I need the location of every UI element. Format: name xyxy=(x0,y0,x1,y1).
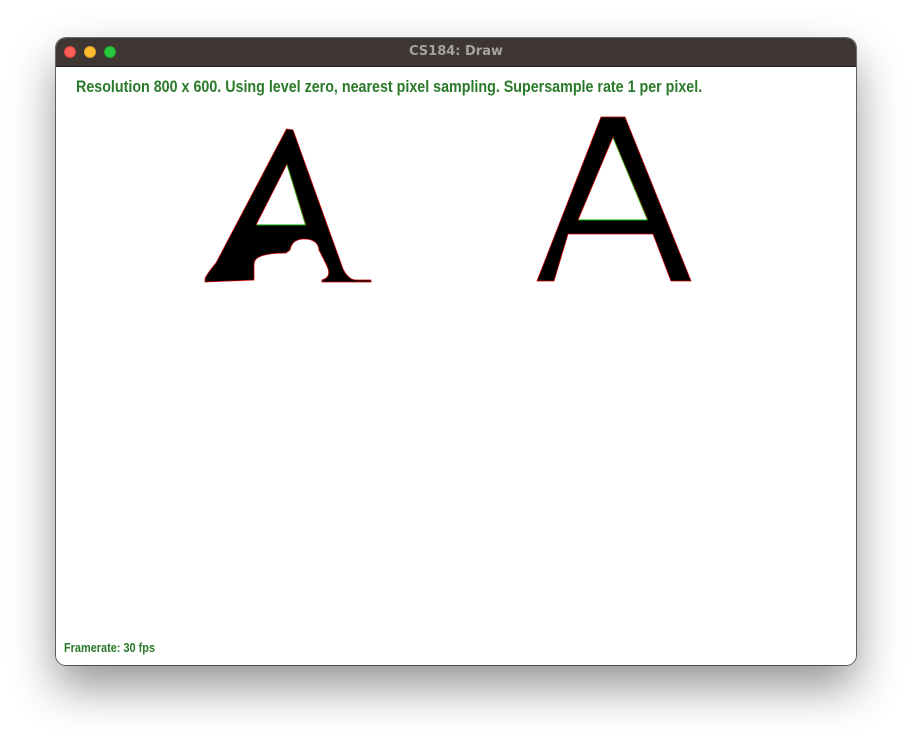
window-title: CS184: Draw xyxy=(409,44,503,59)
app-window: CS184: Draw Resolution 800 x 600. Using … xyxy=(56,38,856,665)
serif-letter-a xyxy=(204,128,372,283)
drawing-canvas[interactable]: Resolution 800 x 600. Using level zero, … xyxy=(56,67,856,665)
title-bar[interactable]: CS184: Draw xyxy=(56,38,856,67)
sans-letter-a xyxy=(536,116,692,282)
framerate-text: Framerate: 30 fps xyxy=(64,640,156,655)
glyph-layer xyxy=(204,116,692,283)
